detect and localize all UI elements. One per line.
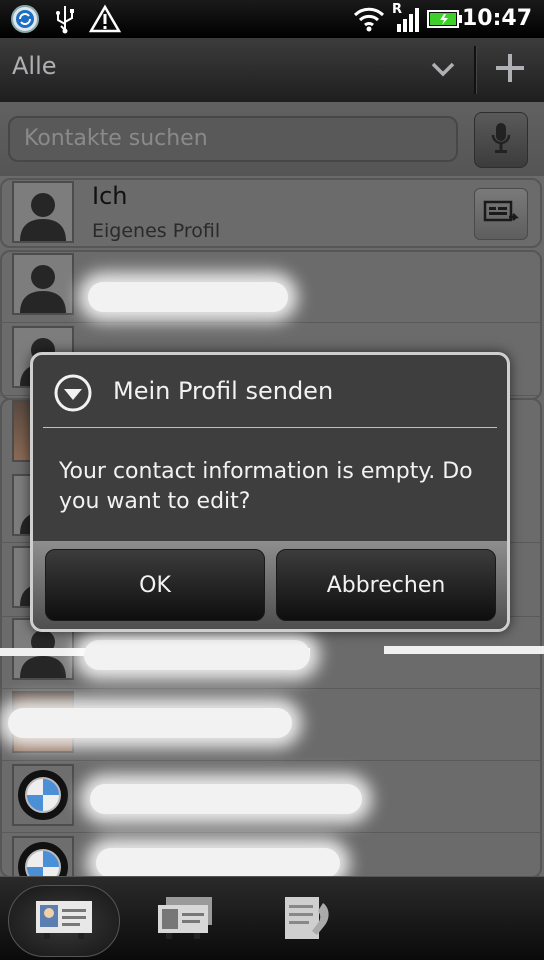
my-profile-name: Ich [92, 182, 128, 210]
contacts-tab[interactable] [8, 885, 120, 957]
warning-icon [88, 4, 122, 34]
group-cards-icon [154, 895, 216, 945]
ok-button[interactable]: OK [45, 549, 265, 621]
bottom-tab-bar [0, 876, 544, 960]
sync-icon [8, 4, 42, 34]
send-profile-dialog: Mein Profil senden Your contact informat… [30, 352, 510, 632]
wifi-icon [352, 4, 386, 34]
avatar [12, 181, 74, 243]
cancel-button[interactable]: Abbrechen [276, 549, 496, 621]
redaction-line [384, 646, 544, 654]
contact-card-icon [34, 897, 94, 945]
dialog-message: Your contact information is empty. Do yo… [59, 459, 473, 514]
my-profile-card[interactable] [0, 178, 542, 248]
send-vcard-icon [483, 199, 520, 229]
microphone-icon [490, 121, 512, 159]
filter-dropdown[interactable]: Alle [12, 52, 57, 80]
redacted-name [90, 784, 362, 814]
call-history-tab[interactable] [252, 885, 362, 955]
divider [43, 427, 497, 428]
redacted-name [88, 282, 288, 312]
dropdown-circle-icon [53, 373, 93, 417]
send-profile-button[interactable] [474, 188, 528, 240]
usb-icon [52, 4, 78, 34]
avatar [12, 253, 74, 315]
signal-icon: R [390, 2, 422, 34]
phone-log-icon [279, 893, 335, 947]
bmw-logo-icon [18, 770, 68, 820]
search-input[interactable]: Kontakte suchen [8, 116, 458, 162]
status-bar: R 10:47 [0, 0, 544, 38]
redacted-name [8, 708, 292, 738]
dialog-title: Mein Profil senden [113, 377, 334, 405]
search-row: Kontakte suchen [0, 102, 544, 176]
battery-icon [426, 4, 464, 34]
add-contact-button[interactable] [476, 38, 544, 102]
dialog-button-bar: OK Abbrechen [33, 541, 507, 629]
voice-search-button[interactable] [474, 112, 528, 168]
avatar [12, 764, 74, 826]
groups-tab[interactable] [130, 885, 240, 955]
my-profile-subtitle: Eigenes Profil [92, 220, 221, 242]
clock: 10:47 [461, 6, 532, 31]
filter-bar: Alle [0, 38, 544, 103]
plus-icon [494, 52, 526, 88]
roaming-indicator: R [392, 2, 403, 17]
chevron-down-icon[interactable] [430, 56, 456, 86]
redacted-name [96, 848, 340, 878]
redacted-name [84, 640, 310, 670]
